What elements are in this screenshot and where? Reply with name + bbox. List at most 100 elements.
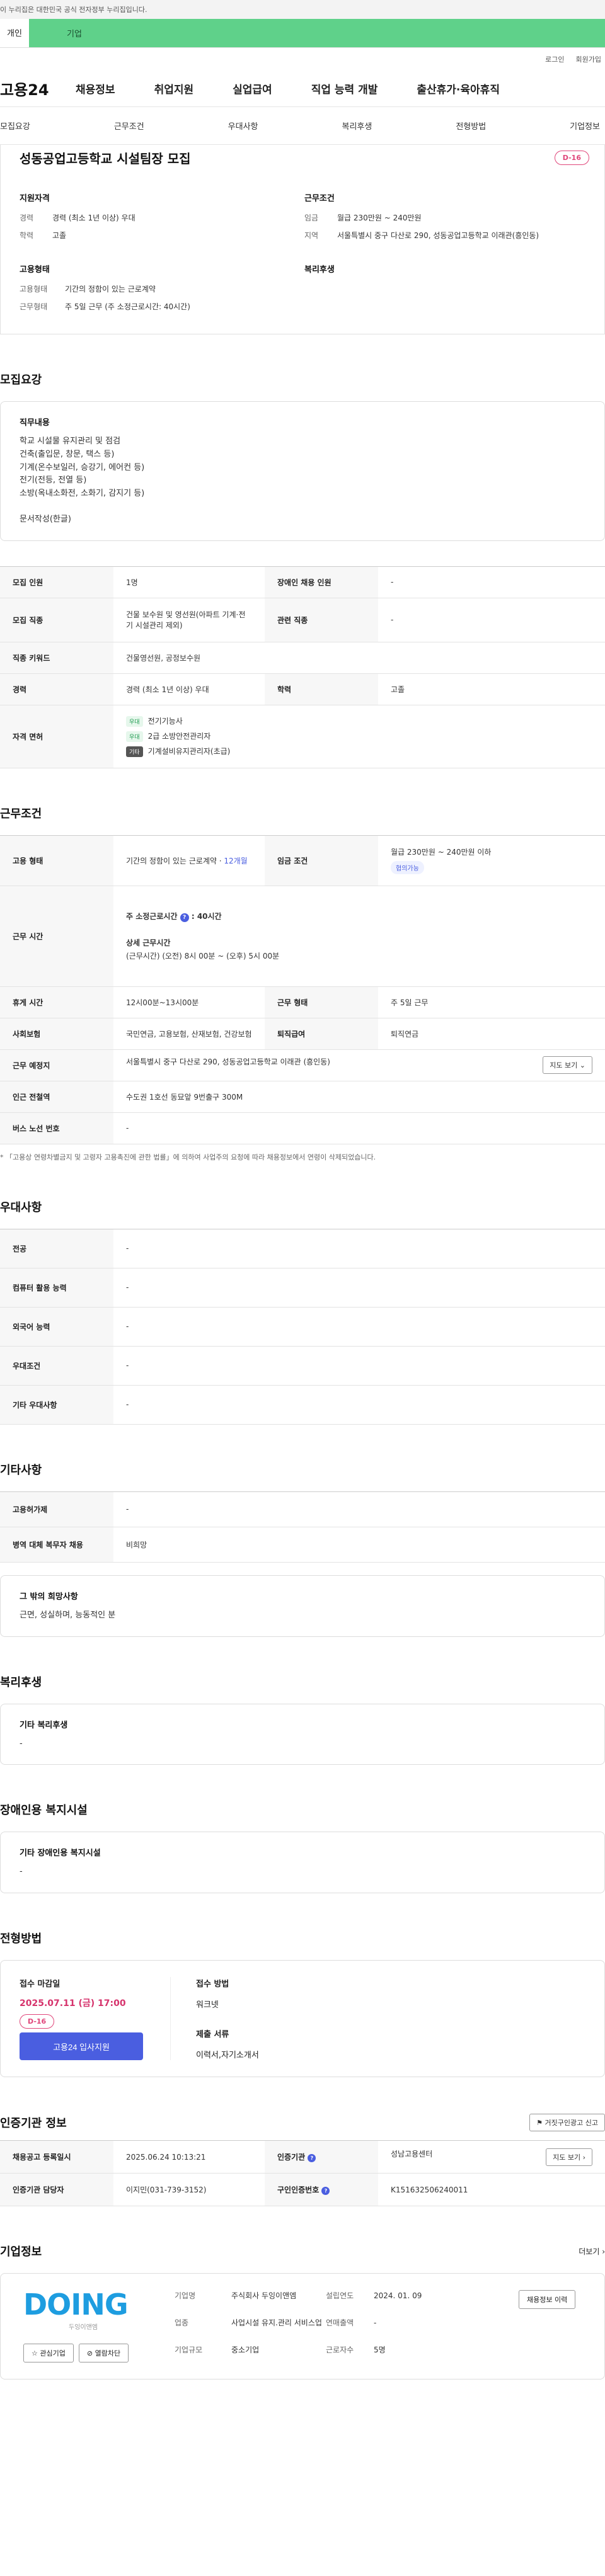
subnav-preference[interactable]: 우대사항 bbox=[228, 120, 258, 132]
label: 인근 전철역 bbox=[0, 1081, 113, 1113]
tab-person[interactable]: 개인 bbox=[0, 19, 29, 47]
preference-table: 전공 - 컴퓨터 활용 능력 - 외국어 능력 - 우대조건 - 기타 우대사항 - bbox=[0, 1228, 605, 1425]
section-title: 기타사항 bbox=[0, 1463, 42, 1477]
license-name: 2급 소방안전관리자 bbox=[147, 732, 211, 741]
table-row: 직종 키워드 건물영선원, 공정보수원 bbox=[0, 642, 605, 674]
label: 지역 bbox=[304, 231, 319, 240]
value: 1명 bbox=[113, 566, 265, 598]
time-hours: 40시간 bbox=[197, 912, 222, 921]
value: 고졸 bbox=[378, 673, 605, 705]
map-button[interactable]: 지도 보기 ⌄ bbox=[543, 1056, 592, 1074]
value: 2024. 01. 09 bbox=[374, 2291, 422, 2301]
negotiable-badge: 협의가능 bbox=[391, 861, 424, 875]
block-button[interactable]: ⊘ 열람차단 bbox=[78, 2344, 129, 2363]
value: 고졸 bbox=[52, 231, 67, 240]
company-info-grid: 기업명 주식회사 두잉이앤엠 설립연도 2024. 01. 09 업종 사업시설 유지… bbox=[175, 2290, 519, 2362]
preference-section: 우대사항 전공 - 컴퓨터 활용 능력 - 외국어 능력 - 우대조건 - 기타 우대사… bbox=[0, 1162, 605, 1425]
gnb-item-unemployment[interactable]: 실업급여 bbox=[233, 81, 272, 96]
favorite-label: 관심기업 bbox=[40, 2349, 66, 2358]
label: 병역 대체 복무자 채용 bbox=[0, 1527, 113, 1563]
place-value: 서울특별시 중구 다산로 290, 성동공업고등학교 이래관 (흥인동) bbox=[126, 1057, 330, 1067]
label: 모집 인원 bbox=[0, 566, 113, 598]
info-icon[interactable]: ? bbox=[321, 2187, 330, 2196]
tab-company[interactable]: 기업 bbox=[29, 19, 605, 47]
wish-box: 그 밖의 희망사항 근면, 성실하며, 능동적인 분 bbox=[0, 1575, 605, 1637]
global-nav: 고용24 채용정보 취업지원 실업급여 직업 능력 개발 출산휴가·육아휴직 bbox=[0, 71, 605, 107]
recruit-table: 모집 인원 1명 장애인 채용 인원 - 모집 직종 건물 보수원 및 영선원(… bbox=[0, 566, 605, 768]
company-section: 기업정보 더보기 › DOING 두잉이앤엠 ☆ 관심기업 ⊘ 열람차단 기업명… bbox=[0, 2206, 605, 2398]
emp-type: 기간의 정함이 있는 근로계약 · bbox=[126, 856, 224, 865]
wish-heading: 그 밖의 희망사항 bbox=[20, 1592, 78, 1602]
value: - bbox=[113, 1268, 605, 1308]
section-title: 복리후생 bbox=[0, 1675, 42, 1689]
value: 서울특별시 중구 다산로 290, 성동공업고등학교 이래관(흥인동) bbox=[337, 231, 539, 240]
emp-months: 12개월 bbox=[224, 856, 248, 865]
login-link[interactable]: 로그인 bbox=[545, 54, 564, 64]
table-row: 병역 대체 복무자 채용 비희망 bbox=[0, 1527, 605, 1563]
gov-banner: 이 누리집은 대한민국 공식 전자정부 누리집입니다. bbox=[0, 0, 605, 19]
gnb-item-support[interactable]: 취업지원 bbox=[154, 81, 194, 96]
info-icon[interactable]: ? bbox=[308, 2154, 316, 2163]
company-box: DOING 두잉이앤엠 ☆ 관심기업 ⊘ 열람차단 기업명 주식회사 두잉이앤엠 … bbox=[0, 2273, 605, 2380]
section-title: 우대사항 bbox=[0, 1200, 42, 1214]
label: 퇴직급여 bbox=[265, 1018, 378, 1050]
job-summary-card: 성동공업고등학교 시설팀장 모집 D-16 지원자격 경력 경력 (최소 1년 이… bbox=[0, 145, 605, 334]
doc-value: 이력서,자기소개서 bbox=[196, 2051, 259, 2061]
join-link[interactable]: 회원가입 bbox=[576, 54, 601, 64]
table-row: 고용허가제 - bbox=[0, 1491, 605, 1527]
table-row: 근무 예정지 서울특별시 중구 다산로 290, 성동공업고등학교 이래관 (흥… bbox=[0, 1049, 605, 1081]
subnav-recruit[interactable]: 모집요강 bbox=[0, 120, 30, 132]
license-list: 우대 전기기능사 우대 2급 소방안전관리자 기타 기계설비유지관리자(초급) bbox=[113, 705, 605, 768]
welfare-value: - bbox=[20, 1738, 23, 1748]
dday-badge: D-16 bbox=[554, 150, 589, 165]
user-type-tabs: 개인 기업 bbox=[0, 19, 605, 48]
subnav-welfare[interactable]: 복리후생 bbox=[342, 120, 372, 132]
org-map-button[interactable]: 지도 보기 › bbox=[546, 2148, 592, 2166]
employment-heading: 고용형태 bbox=[20, 265, 50, 275]
label: 자격 면허 bbox=[0, 705, 113, 768]
label: 인증기관 ? bbox=[265, 2140, 378, 2174]
duty-line: 문서작성(한글) bbox=[20, 514, 71, 524]
report-button[interactable]: ⚑ 거짓구인광고 신고 bbox=[529, 2114, 605, 2132]
label: 근로자수 bbox=[326, 2345, 354, 2355]
flag-icon: ⚑ bbox=[536, 2119, 543, 2128]
history-button[interactable]: 채용정보 이력 bbox=[519, 2290, 576, 2310]
deadline-heading: 접수 마감일 bbox=[20, 1980, 60, 1990]
value: - bbox=[113, 1346, 605, 1386]
gnb-item-training[interactable]: 직업 능력 개발 bbox=[311, 81, 378, 96]
conditions-heading: 근무조건 bbox=[304, 194, 335, 203]
value: - bbox=[113, 1491, 605, 1527]
label: 고용형태 bbox=[20, 285, 48, 294]
value: 성남고용센터 지도 보기 › bbox=[378, 2140, 605, 2174]
value: 2025.06.24 10:13:21 bbox=[113, 2140, 265, 2174]
section-title: 기업정보 bbox=[0, 2245, 42, 2259]
value: 건물영선원, 공정보수원 bbox=[113, 642, 605, 674]
more-link[interactable]: 더보기 › bbox=[579, 2246, 605, 2257]
table-row: 기타 우대사항 - bbox=[0, 1385, 605, 1425]
more-label: 더보기 bbox=[579, 2247, 600, 2256]
value: 5명 bbox=[374, 2345, 386, 2355]
apply-button[interactable]: 고용24 입사지원 bbox=[20, 2032, 143, 2061]
subnav-conditions[interactable]: 근무조건 bbox=[114, 120, 144, 132]
label: 기타 우대사항 bbox=[0, 1385, 113, 1425]
duty-heading: 직무내용 bbox=[20, 418, 50, 428]
favorite-button[interactable]: ☆ 관심기업 bbox=[23, 2344, 74, 2363]
value: 경력 (최소 1년 이상) 우대 bbox=[52, 214, 135, 222]
duty-line: 기계(온수보일러, 승강기, 에어컨 등) bbox=[20, 462, 145, 472]
value: 기간의 정함이 있는 근로계약 · 12개월 bbox=[113, 835, 265, 886]
gnb-item-jobs[interactable]: 채용정보 bbox=[76, 81, 115, 96]
gnb-item-leave[interactable]: 출산휴가·육아휴직 bbox=[417, 81, 500, 96]
duty-box: 직무내용 학교 시설물 유지관리 및 점검 건축(출입문, 창문, 택스 등) … bbox=[0, 401, 605, 541]
pay-value: 월급 230만원 ~ 240만원 이하 bbox=[391, 848, 492, 857]
subnav-company[interactable]: 기업정보 bbox=[570, 120, 600, 132]
section-title: 전형방법 bbox=[0, 1932, 42, 1946]
site-logo[interactable]: 고용24 bbox=[0, 77, 76, 100]
info-icon[interactable]: ? bbox=[180, 913, 189, 923]
label: 채용공고 등록일시 bbox=[0, 2140, 113, 2174]
dday-badge: D-16 bbox=[20, 2014, 55, 2029]
table-row: 경력 경력 (최소 1년 이상) 우대 학력 고졸 bbox=[0, 673, 605, 705]
table-row: 외국어 능력 - bbox=[0, 1307, 605, 1347]
welfare-heading: 복리후생 bbox=[304, 265, 335, 275]
subnav-selection[interactable]: 전형방법 bbox=[456, 120, 486, 132]
conditions-section: 근무조건 고용 형태 기간의 정함이 있는 근로계약 · 12개월 임금 조건 … bbox=[0, 768, 605, 1162]
